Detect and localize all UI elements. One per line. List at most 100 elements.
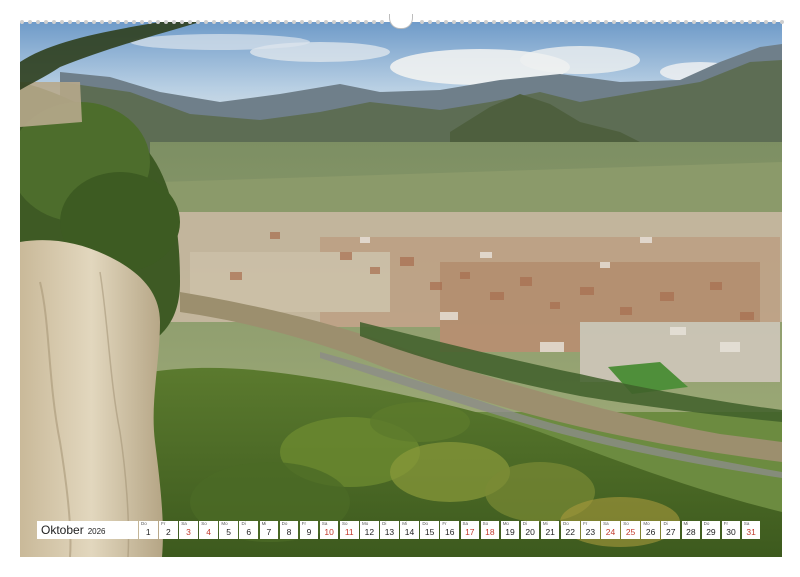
- day-number: 31: [746, 527, 756, 537]
- binding-hole: [308, 20, 312, 24]
- day-number: 3: [186, 527, 191, 537]
- binding-hole: [324, 20, 328, 24]
- day-number: 13: [384, 527, 395, 537]
- day-number: 28: [686, 527, 696, 537]
- binding-hole: [540, 20, 544, 24]
- day-cell: Do 22: [560, 521, 580, 539]
- binding-hole: [132, 20, 136, 24]
- binding-hole: [756, 20, 760, 24]
- binding-hole: [340, 20, 344, 24]
- binding-hole: [108, 20, 112, 24]
- day-cell: Mo 12: [360, 521, 379, 539]
- binding-hole: [228, 20, 232, 24]
- binding-hole: [276, 20, 280, 24]
- binding-hole: [204, 20, 208, 24]
- binding-hole: [572, 20, 576, 24]
- binding-hole: [636, 20, 640, 24]
- binding-hole: [436, 20, 440, 24]
- binding-hole: [556, 20, 560, 24]
- binding-hole: [364, 20, 368, 24]
- day-number: 6: [246, 527, 252, 537]
- binding-hole: [316, 20, 320, 24]
- binding-hole: [196, 20, 200, 24]
- day-cell: Sa 17: [460, 521, 480, 539]
- binding-hole: [532, 20, 536, 24]
- day-number: 2: [166, 527, 171, 537]
- day-cell: So 25: [621, 521, 640, 539]
- binding-hole: [348, 20, 352, 24]
- month-name: Oktober: [41, 523, 84, 537]
- binding-hole: [148, 20, 152, 24]
- binding-hole: [20, 20, 24, 24]
- binding-hole: [28, 20, 32, 24]
- day-cell: Di 27: [661, 521, 681, 539]
- day-cell: Sa 3: [179, 521, 198, 539]
- day-number: 17: [465, 527, 475, 537]
- calendar-page: Oktober 2026 Do 1 Fr 2 Sa 3 So 4 Mo 5 Di 6 Mi 7 Do 8 Fr 9…: [0, 0, 800, 577]
- binding-hole: [100, 20, 104, 24]
- day-number: 10: [324, 527, 334, 537]
- binding-hole: [260, 20, 264, 24]
- binding-hole: [700, 20, 704, 24]
- day-number: 1: [145, 527, 151, 537]
- binding-hole: [476, 20, 480, 24]
- day-cell: Sa 24: [601, 521, 620, 539]
- day-cell: Mi 21: [540, 521, 560, 539]
- day-cell: Fr 16: [440, 521, 459, 539]
- day-cell: Do 8: [279, 521, 299, 539]
- binding-hole: [484, 20, 488, 24]
- binding-hole: [660, 20, 664, 24]
- month-label: Oktober 2026: [37, 521, 138, 539]
- day-cell: Di 6: [239, 521, 259, 539]
- binding-hole: [172, 20, 176, 24]
- binding-hole: [124, 20, 128, 24]
- day-number: 30: [726, 527, 736, 537]
- day-cell: Di 13: [380, 521, 399, 539]
- binding-hole: [732, 20, 736, 24]
- binding-hole: [292, 20, 296, 24]
- day-cell: Do 29: [701, 521, 721, 539]
- day-cell: Fr 9: [299, 521, 319, 539]
- day-number: 15: [424, 527, 435, 537]
- binding-hole: [76, 20, 80, 24]
- binding-hole: [620, 20, 624, 24]
- binding-hole: [52, 20, 56, 24]
- day-number: 16: [444, 527, 455, 537]
- binding-hole: [420, 20, 424, 24]
- binding-hole: [612, 20, 616, 24]
- binding-hole: [332, 20, 336, 24]
- binding-hole: [508, 20, 512, 24]
- binding-hole: [652, 20, 656, 24]
- calendar-strip: Oktober 2026 Do 1 Fr 2 Sa 3 So 4 Mo 5 Di 6 Mi 7 Do 8 Fr 9…: [37, 520, 762, 540]
- binding-hole: [452, 20, 456, 24]
- binding-hole: [140, 20, 144, 24]
- binding-hole: [380, 20, 384, 24]
- day-cell: Mi 14: [400, 521, 419, 539]
- binding-hole: [268, 20, 272, 24]
- day-number: 23: [585, 527, 596, 537]
- day-cell: Fr 2: [159, 521, 178, 539]
- binding-hole: [628, 20, 632, 24]
- binding-hole: [500, 20, 504, 24]
- binding-hole: [356, 20, 360, 24]
- day-cell: Sa 31: [741, 521, 761, 539]
- day-cell: Do 15: [420, 521, 439, 539]
- binding-hole: [252, 20, 256, 24]
- day-number: 20: [525, 527, 535, 537]
- binding-hole: [564, 20, 568, 24]
- day-cell: Mo 5: [219, 521, 238, 539]
- day-cell: Mi 28: [681, 521, 701, 539]
- binding-hole: [180, 20, 184, 24]
- binding-hole: [92, 20, 96, 24]
- day-cell: Mo 19: [500, 521, 520, 539]
- binding-hole: [116, 20, 120, 24]
- binding-hole: [84, 20, 88, 24]
- binding-hole: [492, 20, 496, 24]
- day-cell: So 18: [480, 521, 500, 539]
- binding-hole: [36, 20, 40, 24]
- binding-hole: [60, 20, 64, 24]
- day-cell: So 4: [199, 521, 218, 539]
- binding-hole: [68, 20, 72, 24]
- day-number: 18: [485, 527, 495, 537]
- day-number: 5: [226, 527, 232, 537]
